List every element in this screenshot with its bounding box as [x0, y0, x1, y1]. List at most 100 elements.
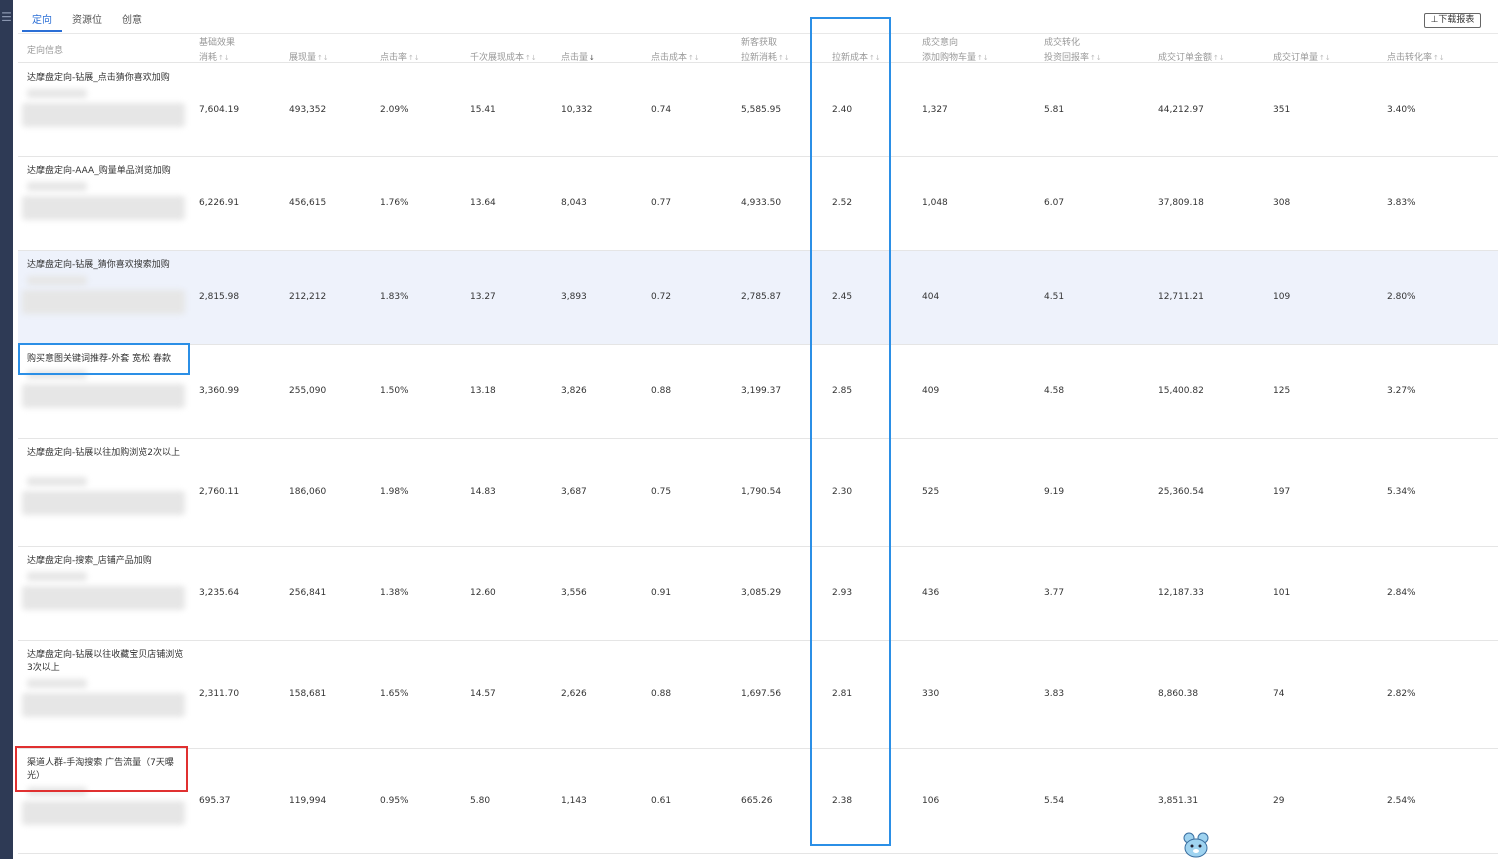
left-nav-rail: ☰: [0, 0, 13, 859]
table-cell: 15.41: [470, 105, 496, 115]
targeting-name: 达摩盘定向-AAA_购量单品浏览加购: [27, 166, 171, 176]
table-cell: 2,785.87: [741, 292, 782, 302]
sort-icon[interactable]: ↑↓: [408, 54, 420, 62]
table-cell: 2.54%: [1387, 796, 1416, 806]
redacted-info: [22, 196, 185, 220]
table-cell: 3.40%: [1387, 105, 1416, 115]
table-cell: 2.81: [832, 689, 853, 699]
table-cell: 2.84%: [1387, 588, 1416, 598]
table-cell: 5,585.95: [741, 105, 782, 115]
table-cell: 2.82%: [1387, 689, 1416, 699]
table-cell: 1.83%: [380, 292, 409, 302]
table-cell: 2.40: [832, 105, 853, 115]
targeting-name: 购买意图关键词推荐-外套 宽松 春款: [27, 354, 171, 364]
column-header: 定向信息: [27, 43, 63, 56]
targeting-name: 渠道人群-手淘搜索 广告流量（7天曝光）: [27, 758, 174, 781]
table-row[interactable]: 购买意图关键词推荐-外套 宽松 春款 3,360.99 255,090 1.50% 13…: [18, 345, 1498, 439]
sort-icon[interactable]: ↑↓: [218, 54, 230, 62]
table-cell: 125: [1273, 386, 1291, 396]
table-cell: 0.75: [651, 487, 672, 497]
targeting-name: 达摩盘定向-钻展_猜你喜欢搜索加购: [27, 260, 170, 270]
tab-divider: [18, 33, 1498, 34]
redacted-info: [22, 384, 185, 408]
table-cell: 8,043: [561, 198, 587, 208]
sort-icon[interactable]: ↓: [589, 54, 595, 62]
table-cell: 1,790.54: [741, 487, 782, 497]
redacted-info: [27, 182, 87, 191]
tab-1[interactable]: 资源位: [62, 12, 112, 32]
table-cell: 0.61: [651, 796, 672, 806]
mascot-icon[interactable]: [1180, 832, 1212, 858]
table-cell: 3,893: [561, 292, 587, 302]
table-cell: 12,711.21: [1158, 292, 1204, 302]
table-cell: 2.38: [832, 796, 853, 806]
table-cell: 330: [922, 689, 940, 699]
redacted-info: [22, 290, 185, 314]
table-cell: 255,090: [289, 386, 327, 396]
redacted-info: [27, 370, 87, 379]
table-cell: 14.83: [470, 487, 496, 497]
report-page: ☰ 定向 资源位 创意 ⊥下载报表 基础效果 新客获取 成交意向 成交转化 定向信息 消耗↑↓…: [0, 0, 1500, 859]
sort-icon[interactable]: ↑↓: [1090, 54, 1102, 62]
targeting-name: 达摩盘定向-钻展以往收藏宝贝店铺浏览3次以上: [27, 650, 184, 673]
sort-icon[interactable]: ↑↓: [1319, 54, 1331, 62]
tab-bar: 定向 资源位 创意: [22, 12, 152, 32]
table-cell: 3,826: [561, 386, 587, 396]
table-cell: 1.76%: [380, 198, 409, 208]
table-cell: 1.98%: [380, 487, 409, 497]
table-cell: 3.83: [1044, 689, 1065, 699]
table-cell: 2.09%: [380, 105, 409, 115]
table-cell: 109: [1273, 292, 1291, 302]
sort-icon[interactable]: ↑↓: [1213, 54, 1225, 62]
sort-icon[interactable]: ↑↓: [778, 54, 790, 62]
table-cell: 256,841: [289, 588, 327, 598]
table-cell: 0.95%: [380, 796, 409, 806]
table-cell: 493,352: [289, 105, 327, 115]
table-row[interactable]: 达摩盘定向-AAA_购量单品浏览加购 6,226.91 456,615 1.76% 13…: [18, 157, 1498, 251]
table-cell: 3,199.37: [741, 386, 782, 396]
table-cell: 0.88: [651, 689, 672, 699]
sort-icon[interactable]: ↑↓: [977, 54, 989, 62]
sort-icon[interactable]: ↑↓: [317, 54, 329, 62]
table-cell: 4.51: [1044, 292, 1065, 302]
table-row[interactable]: 达摩盘定向-钻展以往收藏宝贝店铺浏览3次以上 2,311.70 158,681 1.6…: [18, 641, 1498, 749]
table-cell: 3,851.31: [1158, 796, 1199, 806]
table-cell: 0.88: [651, 386, 672, 396]
table-cell: 8,860.38: [1158, 689, 1199, 699]
table-cell: 2.93: [832, 588, 853, 598]
table-row[interactable]: 达摩盘定向-搜索_店铺产品加购 3,235.64 256,841 1.38% 12.60…: [18, 547, 1498, 641]
download-report-button[interactable]: ⊥下载报表: [1424, 13, 1481, 28]
header-group: 新客获取: [741, 38, 778, 48]
table-cell: 197: [1273, 487, 1291, 497]
column-header-label: 定向信息: [27, 46, 64, 56]
targeting-name: 达摩盘定向-搜索_店铺产品加购: [27, 556, 152, 566]
table-cell: 74: [1273, 689, 1285, 699]
tab-0[interactable]: 定向: [22, 12, 62, 32]
table-row[interactable]: 渠道人群-手淘搜索 广告流量（7天曝光） 695.37 119,994 0.95% 5.…: [18, 749, 1498, 854]
sort-icon[interactable]: ↑↓: [525, 54, 537, 62]
table-cell: 12.60: [470, 588, 496, 598]
sort-icon[interactable]: ↑↓: [688, 54, 700, 62]
table-cell: 3,687: [561, 487, 587, 497]
targeting-name: 达摩盘定向-钻展以往加购浏览2次以上: [27, 448, 180, 458]
redacted-info: [27, 89, 87, 98]
table-cell: 665.26: [741, 796, 773, 806]
table-cell: 436: [922, 588, 940, 598]
sort-icon[interactable]: ↑↓: [869, 54, 881, 62]
table-row[interactable]: 达摩盘定向-钻展_猜你喜欢搜索加购 2,815.98 212,212 1.83% 13.…: [18, 251, 1498, 345]
table-row[interactable]: 达摩盘定向-钻展以往加购浏览2次以上 2,760.11 186,060 1.98% 14…: [18, 439, 1498, 547]
table-cell: 3.27%: [1387, 386, 1416, 396]
tab-2[interactable]: 创意: [112, 12, 152, 32]
table-cell: 2.80%: [1387, 292, 1416, 302]
table-cell: 1.38%: [380, 588, 409, 598]
table-cell: 2.45: [832, 292, 853, 302]
table-row[interactable]: 达摩盘定向-钻展_点击猜你喜欢加购 7,604.19 493,352 2.09% 15.…: [18, 64, 1498, 157]
table-cell: 0.72: [651, 292, 672, 302]
redacted-info: [22, 103, 185, 127]
table-cell: 3,235.64: [199, 588, 240, 598]
table-cell: 158,681: [289, 689, 327, 699]
table-cell: 7,604.19: [199, 105, 240, 115]
sort-icon[interactable]: ↑↓: [1433, 54, 1445, 62]
table-cell: 3.83%: [1387, 198, 1416, 208]
menu-icon[interactable]: ☰: [0, 10, 13, 24]
